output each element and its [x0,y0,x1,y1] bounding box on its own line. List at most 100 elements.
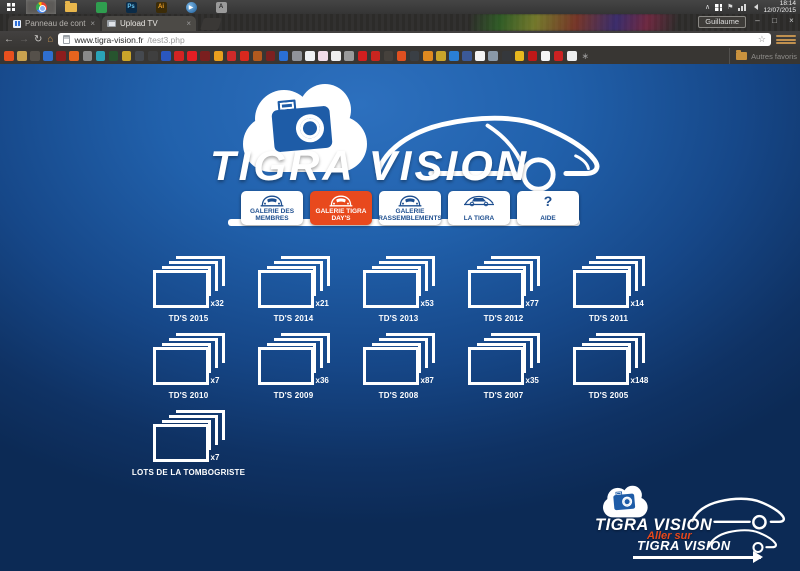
bookmark-favicon-43[interactable] [554,51,564,61]
refresh-button[interactable]: ↻ [34,35,42,45]
bookmark-favicon-40[interactable] [515,51,525,61]
nav-tab-galerie-tigra-day-s[interactable]: GALERIE TIGRA DAY'S [310,191,372,225]
browser-tab-upload-tv[interactable]: Upload TV × [102,16,196,31]
bookmark-favicon-44[interactable] [567,51,577,61]
gallery-item-td-s-2014[interactable]: x21 TD'S 2014 [241,257,346,323]
bookmark-favicon-13[interactable] [161,51,171,61]
bookmark-favicon-39[interactable] [502,51,512,61]
bookmark-favicon-18[interactable] [227,51,237,61]
bookmark-favicon-5[interactable] [56,51,66,61]
home-button[interactable]: ⌂ [47,35,53,45]
car-side-icon [463,194,495,208]
metro-app-icon [96,2,107,13]
bookmark-favicon-2[interactable] [17,51,27,61]
bookmark-favicon-38[interactable] [488,51,498,61]
network-signal-icon[interactable] [738,4,746,11]
url-host: www.tigra-vision.fr [74,35,143,45]
minimize-button[interactable]: – [749,14,766,30]
bookmark-favicon-15[interactable] [187,51,197,61]
bookmark-favicon-23[interactable] [292,51,302,61]
bookmark-favicon-35[interactable] [449,51,459,61]
gallery-item-td-s-2010[interactable]: x7 TD'S 2010 [136,334,241,400]
gallery-item-td-s-2011[interactable]: x14 TD'S 2011 [556,257,661,323]
taskbar-app-media-player[interactable]: ▶ [176,0,206,14]
footer-link-title: TIGRA VISION [637,538,731,553]
bookmark-star-icon[interactable]: ☆ [758,34,766,45]
taskbar-app-illustrator[interactable]: Ai [146,0,176,14]
restore-button[interactable]: □ [766,14,783,30]
bookmark-favicon-26[interactable] [331,51,341,61]
bookmark-asterisk-icon[interactable]: ∗ [582,51,590,62]
bookmark-favicon-6[interactable] [69,51,79,61]
bookmark-favicon-9[interactable] [109,51,119,61]
taskbar-app-photoshop[interactable]: Ps [116,0,146,14]
start-button[interactable] [0,0,22,14]
bookmark-favicon-24[interactable] [305,51,315,61]
bookmark-favicon-36[interactable] [462,51,472,61]
nav-tab-aide[interactable]: ? AIDE [517,191,579,225]
taskbar-app-explorer[interactable] [56,0,86,14]
bookmark-favicon-7[interactable] [83,51,93,61]
gallery-item-label: TD'S 2014 [274,314,314,323]
tray-flag-icon[interactable]: ⚑ [727,4,733,11]
profile-button[interactable]: Guillaume [698,16,746,28]
bookmark-favicon-8[interactable] [96,51,106,61]
bookmark-favicon-42[interactable] [541,51,551,61]
bookmark-favicon-20[interactable] [253,51,263,61]
gallery-item-td-s-2013[interactable]: x53 TD'S 2013 [346,257,451,323]
taskbar-app-font-app[interactable]: A [206,0,236,14]
bookmark-favicon-31[interactable] [397,51,407,61]
bookmark-favicon-25[interactable] [318,51,328,61]
bookmark-favicon-22[interactable] [279,51,289,61]
nav-tab-galerie-des-membres[interactable]: GALERIE DES MEMBRES [241,191,303,225]
bookmark-favicon-37[interactable] [475,51,485,61]
address-bar[interactable]: www.tigra-vision.fr/test3.php ☆ [58,33,771,46]
nav-tab-la-tigra[interactable]: LA TIGRA [448,191,510,225]
other-bookmarks-button[interactable]: Autres favoris [729,48,797,64]
bookmark-favicon-29[interactable] [371,51,381,61]
tab-close-icon[interactable]: × [90,19,95,28]
gallery-item-td-s-2007[interactable]: x35 TD'S 2007 [451,334,556,400]
nav-tab-galerie-rassemblements[interactable]: GALERIE RASSEMBLEMENTS [379,191,441,225]
forward-button[interactable]: → [19,35,29,45]
bookmark-favicon-10[interactable] [122,51,132,61]
bookmark-favicon-32[interactable] [410,51,420,61]
speaker-icon[interactable] [751,4,758,10]
taskbar-app-metro-app[interactable] [86,0,116,14]
new-tab-button[interactable] [200,18,222,30]
tab-close-icon[interactable]: × [186,19,191,28]
bookmark-favicon-41[interactable] [528,51,538,61]
tray-windows-icon[interactable] [715,4,722,11]
bookmark-favicon-4[interactable] [43,51,53,61]
bookmark-favicon-12[interactable] [148,51,158,61]
bookmark-favicon-33[interactable] [423,51,433,61]
gallery-item-td-s-2015[interactable]: x32 TD'S 2015 [136,257,241,323]
bookmark-favicon-11[interactable] [135,51,145,61]
bookmark-favicon-21[interactable] [266,51,276,61]
menu-icon[interactable] [776,33,796,46]
browser-tab-panneau[interactable]: Panneau de contrôle de l' × [8,16,100,31]
bookmark-favicon-16[interactable] [200,51,210,61]
close-button[interactable]: × [783,14,800,30]
footer-link-aller-sur[interactable]: TIGRA VISION Aller sur TIGRA VISION [595,485,790,565]
tray-chevron-icon[interactable]: ∧ [705,4,710,11]
photo-stack-icon: x32 [153,257,225,309]
bookmark-favicon-19[interactable] [240,51,250,61]
bookmark-favicon-34[interactable] [436,51,446,61]
gallery-item-td-s-2008[interactable]: x87 TD'S 2008 [346,334,451,400]
gallery-item-lots-de-la-tombogriste[interactable]: x7 LOTS DE LA TOMBOGRISTE [136,411,241,477]
gallery-item-label: TD'S 2005 [589,391,629,400]
back-button[interactable]: ← [4,35,14,45]
bookmark-favicon-3[interactable] [30,51,40,61]
taskbar-clock[interactable]: 18:14 12/07/2015 [763,0,796,14]
bookmark-favicon-28[interactable] [358,51,368,61]
gallery-item-td-s-2005[interactable]: x148 TD'S 2005 [556,334,661,400]
taskbar-app-chrome[interactable] [26,0,56,14]
gallery-item-td-s-2009[interactable]: x36 TD'S 2009 [241,334,346,400]
bookmark-favicon-17[interactable] [214,51,224,61]
bookmark-favicon-30[interactable] [384,51,394,61]
bookmark-favicon-1[interactable] [4,51,14,61]
bookmark-favicon-27[interactable] [344,51,354,61]
gallery-item-td-s-2012[interactable]: x77 TD'S 2012 [451,257,556,323]
bookmark-favicon-14[interactable] [174,51,184,61]
